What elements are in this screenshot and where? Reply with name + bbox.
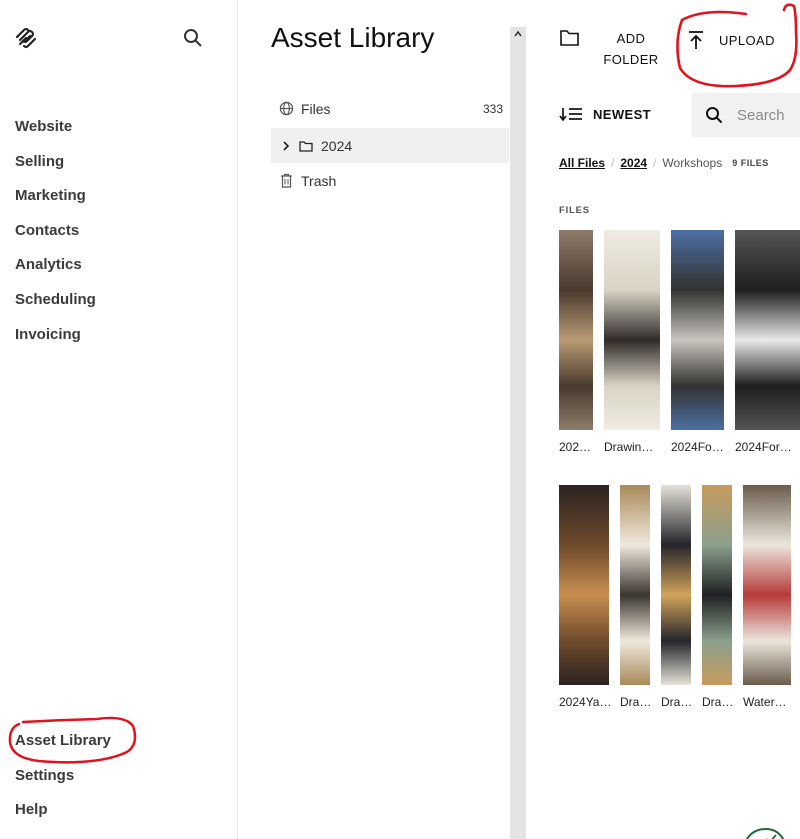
files-panel: ADD FOLDER UPLOAD NEWEST All Files / [527, 0, 800, 839]
file-image [702, 485, 732, 685]
annotation-circle-upload [676, 3, 798, 88]
file-name: 202… [559, 440, 592, 454]
search-box[interactable] [692, 93, 800, 137]
nav-item-website[interactable]: Website [15, 117, 96, 152]
file-name: Drawin… [604, 440, 654, 454]
file-image [559, 485, 609, 685]
breadcrumb: All Files / 2024 / Workshops 9 FILES [559, 156, 769, 170]
squarespace-logo-icon[interactable] [14, 27, 38, 49]
add-folder-button[interactable]: ADD FOLDER [603, 28, 659, 70]
search-icon [706, 107, 722, 123]
add-folder-icon[interactable] [559, 28, 581, 48]
folder-icon [297, 137, 315, 155]
file-name: Dra… [702, 695, 734, 709]
nav-item-settings[interactable]: Settings [15, 766, 111, 801]
file-name: 2024Ya… [559, 695, 612, 709]
sort-descending-icon [559, 108, 582, 122]
nav-item-scheduling[interactable]: Scheduling [15, 290, 96, 325]
files-count-badge: 9 FILES [732, 158, 769, 168]
file-image [604, 230, 660, 430]
file-image [743, 485, 791, 685]
left-navigation: Website Selling Marketing Contacts Analy… [0, 0, 238, 839]
scroll-up-icon[interactable] [513, 29, 523, 39]
tree-item-label: 2024 [321, 137, 353, 154]
file-name: 2024For… [735, 440, 792, 454]
main-nav: Website Selling Marketing Contacts Analy… [15, 117, 96, 359]
chevron-right-icon[interactable] [277, 137, 295, 155]
file-image [559, 230, 593, 430]
tree-item-2024[interactable]: 2024 [271, 128, 509, 163]
breadcrumb-all-files[interactable]: All Files [559, 156, 605, 170]
file-image [735, 230, 800, 430]
file-name: Water… [743, 695, 787, 709]
help-mascot-icon[interactable] [740, 825, 790, 839]
file-count: 333 [482, 101, 503, 116]
files-section-heading: FILES [559, 205, 590, 216]
nav-item-invoicing[interactable]: Invoicing [15, 325, 96, 360]
nav-item-selling[interactable]: Selling [15, 152, 96, 187]
file-name: 2024Fo… [671, 440, 724, 454]
tree-item-label: Files [301, 100, 331, 117]
sort-button[interactable]: NEWEST [559, 106, 651, 122]
file-image [671, 230, 724, 430]
breadcrumb-separator: / [611, 156, 615, 170]
nav-item-contacts[interactable]: Contacts [15, 221, 96, 256]
page-title: Asset Library [271, 22, 435, 53]
nav-item-help[interactable]: Help [15, 800, 111, 835]
globe-icon [277, 100, 295, 118]
trash-icon [277, 172, 295, 190]
breadcrumb-separator: / [653, 156, 657, 170]
library-tree-panel: Asset Library Files 333 2024 Trash [238, 0, 510, 839]
file-name: Dra… [620, 695, 652, 709]
nav-item-analytics[interactable]: Analytics [15, 255, 96, 290]
nav-item-marketing[interactable]: Marketing [15, 186, 96, 221]
add-folder-label-line2: FOLDER [603, 52, 659, 67]
tree-item-files[interactable]: Files 333 [271, 91, 509, 126]
file-name: Dra… [661, 695, 693, 709]
sort-label: NEWEST [593, 106, 652, 122]
tree-item-label: Trash [301, 172, 337, 189]
annotation-circle-asset-library [8, 716, 137, 764]
search-icon[interactable] [183, 28, 203, 48]
breadcrumb-current: Workshops [662, 156, 723, 170]
scrollbar[interactable] [510, 27, 526, 839]
breadcrumb-2024[interactable]: 2024 [620, 156, 647, 170]
tree-item-trash[interactable]: Trash [271, 163, 509, 198]
file-image [661, 485, 691, 685]
search-input[interactable] [735, 105, 800, 125]
file-image [620, 485, 650, 685]
add-folder-label-line1: ADD [616, 31, 646, 46]
